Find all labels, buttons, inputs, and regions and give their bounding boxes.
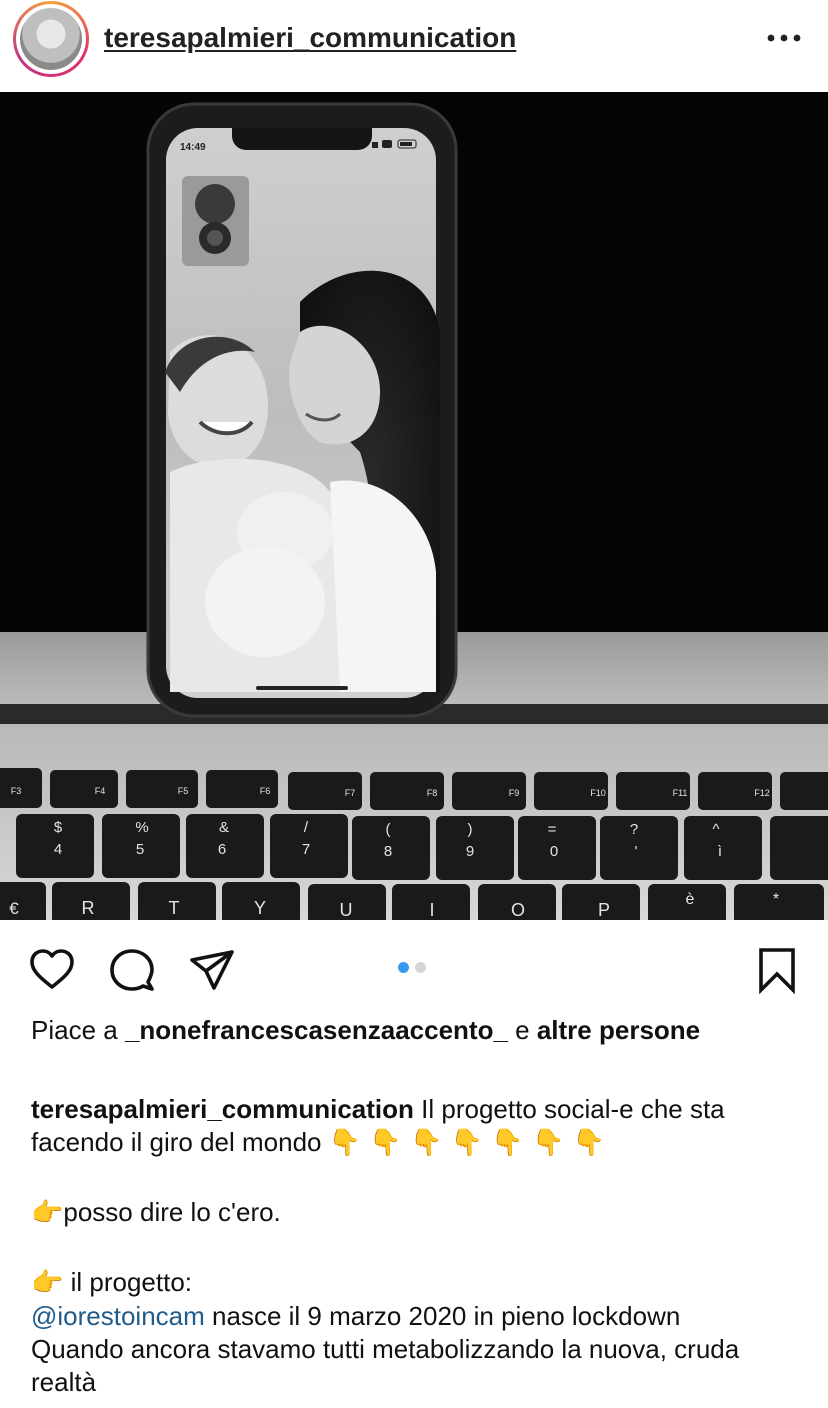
caption-text: nasce il 9 marzo 2020 in pieno lockdown (204, 1301, 681, 1331)
post-header: teresapalmieri_communication (0, 0, 828, 92)
avatar[interactable] (13, 1, 89, 77)
key-label: F5 (178, 786, 189, 796)
key-label: 4 (54, 841, 62, 858)
key-label: Y (254, 898, 266, 918)
post-caption: teresapalmieri_communication Il progetto… (31, 1093, 806, 1399)
carousel-dot (415, 962, 426, 973)
key-label: F10 (590, 788, 606, 798)
caption-text: il progetto: (63, 1267, 193, 1297)
key-label: T (169, 898, 180, 918)
likes-middle: e (507, 1015, 537, 1045)
key-label: F11 (673, 788, 688, 798)
carousel-indicator (398, 962, 426, 973)
key-label: F4 (95, 786, 106, 796)
key-label: F6 (260, 786, 271, 796)
key-label: € (9, 899, 19, 918)
key-label: 7 (302, 841, 310, 858)
key-label: R (82, 898, 95, 918)
key-label: 0 (550, 843, 558, 860)
key-label: F7 (345, 788, 356, 798)
caption-mention[interactable]: @iorestoincam (31, 1301, 205, 1331)
pointing-right-emoji: 👉 (31, 1198, 64, 1228)
comment-icon[interactable] (108, 946, 156, 994)
likes-summary: Piace a _nonefrancescasenzaaccento_ e al… (31, 1014, 801, 1047)
key-label: U (340, 900, 353, 920)
caption-text: posso dire lo c'ero. (63, 1197, 281, 1227)
pointing-down-emoji: 👇 👇 👇 👇 👇 👇 👇 (328, 1128, 605, 1158)
heart-icon[interactable] (28, 946, 76, 994)
key-label: = (548, 821, 557, 838)
key-label: P (598, 900, 610, 920)
bookmark-icon[interactable] (753, 946, 801, 995)
key-label: F3 (11, 786, 22, 796)
key-label: I (429, 900, 434, 920)
phone-clock: 14:49 (180, 142, 206, 153)
post-image[interactable]: F3 F4 F5 F6 F7 F8 F9 F10 F11 F12 $ 4 % 5… (0, 92, 828, 920)
key-label: $ (54, 819, 63, 836)
key-label: 5 (136, 841, 144, 858)
likes-user[interactable]: _nonefrancescasenzaaccento_ (125, 1015, 508, 1045)
key-label: & (219, 819, 229, 836)
key-label: ì (718, 843, 722, 860)
key-label: 6 (218, 841, 226, 858)
likes-others[interactable]: altre persone (537, 1015, 700, 1045)
more-options-icon[interactable] (764, 18, 804, 58)
key-label: F9 (509, 788, 520, 798)
key-label: F12 (754, 788, 770, 798)
key-label: F8 (427, 788, 438, 798)
key-label: ^ (712, 821, 719, 838)
caption-author[interactable]: teresapalmieri_communication (31, 1094, 414, 1124)
key-label: ' (635, 843, 638, 860)
key-label: % (135, 819, 148, 836)
carousel-dot-active (398, 962, 409, 973)
post-username[interactable]: teresapalmieri_communication (104, 22, 516, 54)
avatar-photo (20, 8, 82, 70)
key-label: ) (468, 821, 473, 838)
key-label: 9 (466, 843, 474, 860)
caption-text: Quando ancora stavamo tutti metabolizzan… (31, 1334, 740, 1397)
key-label: 8 (384, 843, 392, 860)
key-label: * (773, 891, 779, 908)
key-label: ? (630, 821, 638, 838)
likes-prefix: Piace a (31, 1015, 125, 1045)
share-icon[interactable] (188, 946, 236, 994)
key-label: ( (386, 821, 391, 838)
pointing-right-emoji: 👉 (31, 1268, 64, 1298)
key-label: è (686, 891, 695, 908)
key-label: O (511, 900, 525, 920)
